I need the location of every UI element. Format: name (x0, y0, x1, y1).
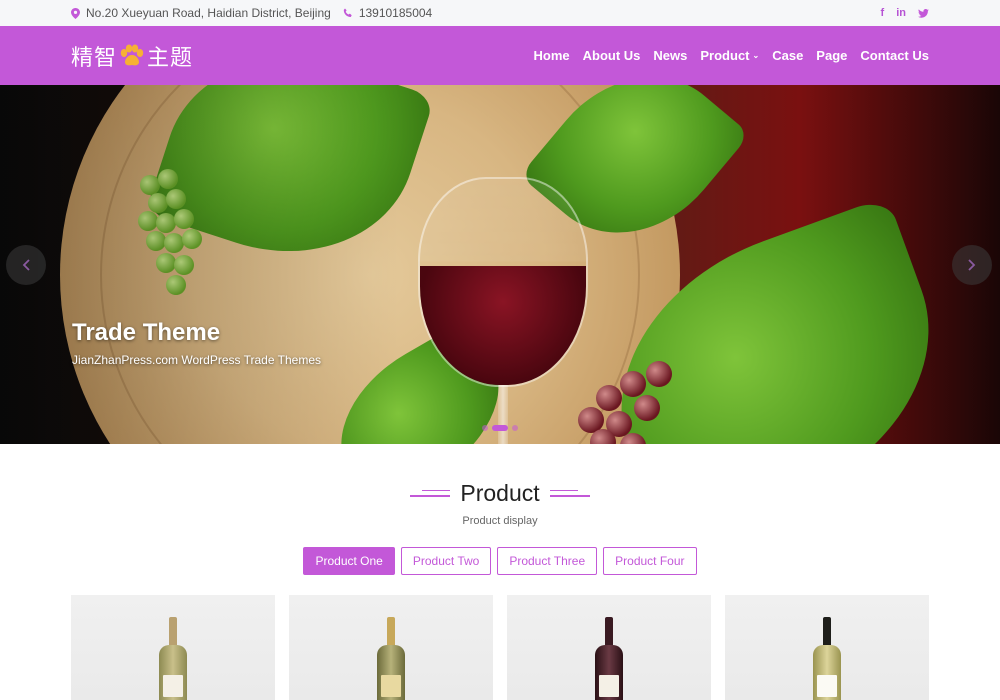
title-decoration-right (549, 489, 590, 497)
logo-text-right: 主题 (147, 45, 194, 71)
tab-product-one[interactable]: Product One (303, 546, 395, 575)
tab-product-four[interactable]: Product Four (603, 546, 697, 575)
hero-title: Trade Theme (72, 319, 221, 346)
chevron-right-icon (968, 259, 976, 271)
hero-overlay (0, 85, 1000, 444)
phone-icon (343, 8, 352, 18)
nav-product-label: Product (700, 48, 750, 63)
twitter-icon[interactable] (918, 8, 929, 18)
title-decoration-left (410, 489, 451, 497)
nav-page-label: Page (816, 48, 848, 63)
nav-page[interactable]: Page (816, 48, 847, 63)
chevron-down-icon: ⌄ (752, 51, 760, 60)
product-grid (0, 594, 1000, 700)
chevron-left-icon (22, 259, 30, 271)
nav-product[interactable]: Product ⌄ (700, 48, 759, 63)
product-section-header: Product Product display (0, 478, 1000, 527)
address-item: No.20 Xueyuan Road, Haidian District, Be… (71, 6, 331, 20)
nav-case-label: Case (772, 48, 804, 63)
slider-pagination (482, 425, 518, 431)
section-title-text: Product (460, 479, 540, 506)
product-card[interactable] (725, 594, 929, 700)
section-subtitle: Product display (462, 514, 538, 527)
hero-slider: Trade Theme JianZhanPress.com WordPress … (0, 85, 1000, 444)
paw-icon (120, 44, 144, 65)
slider-dot[interactable] (482, 425, 488, 431)
slider-dot[interactable] (512, 425, 518, 431)
main-menu: Home About Us News Product ⌄ Case Page Co… (534, 48, 929, 63)
nav-home[interactable]: Home (534, 48, 570, 63)
map-marker-icon (71, 7, 80, 19)
nav-news[interactable]: News (653, 48, 687, 63)
wine-bottle-image (813, 616, 841, 700)
phone-item: 13910185004 (343, 6, 432, 20)
tab-product-three[interactable]: Product Three (497, 546, 598, 575)
wine-bottle-image (159, 616, 187, 700)
linkedin-icon[interactable]: in (896, 7, 906, 19)
nav-news-label: News (653, 48, 688, 63)
site-logo[interactable]: 精智 主题 (71, 40, 193, 72)
section-title: Product (410, 479, 590, 507)
logo-text-left: 精智 (71, 45, 118, 71)
nav-case[interactable]: Case (772, 48, 803, 63)
top-info-bar: No.20 Xueyuan Road, Haidian District, Be… (0, 0, 1000, 26)
slider-prev-button[interactable] (6, 245, 46, 285)
product-tabs: Product One Product Two Product Three Pr… (0, 546, 1000, 575)
nav-about-us[interactable]: About Us (583, 48, 641, 63)
slider-dot-active[interactable] (492, 425, 508, 431)
facebook-icon[interactable]: f (881, 7, 885, 19)
hero-subtitle: JianZhanPress.com WordPress Trade Themes (72, 353, 321, 367)
main-navbar: 精智 主题 Home About Us News Product ⌄ Case P… (0, 26, 1000, 85)
nav-home-label: Home (533, 48, 570, 63)
tab-product-two[interactable]: Product Two (400, 546, 492, 575)
product-card[interactable] (289, 594, 493, 700)
wine-bottle-image (595, 616, 623, 700)
slider-next-button[interactable] (952, 245, 992, 285)
nav-about-us-label: About Us (582, 48, 641, 63)
phone-text: 13910185004 (358, 6, 433, 20)
nav-contact-us[interactable]: Contact Us (860, 48, 929, 63)
social-links: f in (881, 7, 929, 19)
nav-contact-us-label: Contact Us (860, 48, 929, 63)
address-text: No.20 Xueyuan Road, Haidian District, Be… (86, 6, 331, 20)
product-card[interactable] (507, 594, 711, 700)
product-card[interactable] (71, 594, 275, 700)
wine-bottle-image (377, 616, 405, 700)
